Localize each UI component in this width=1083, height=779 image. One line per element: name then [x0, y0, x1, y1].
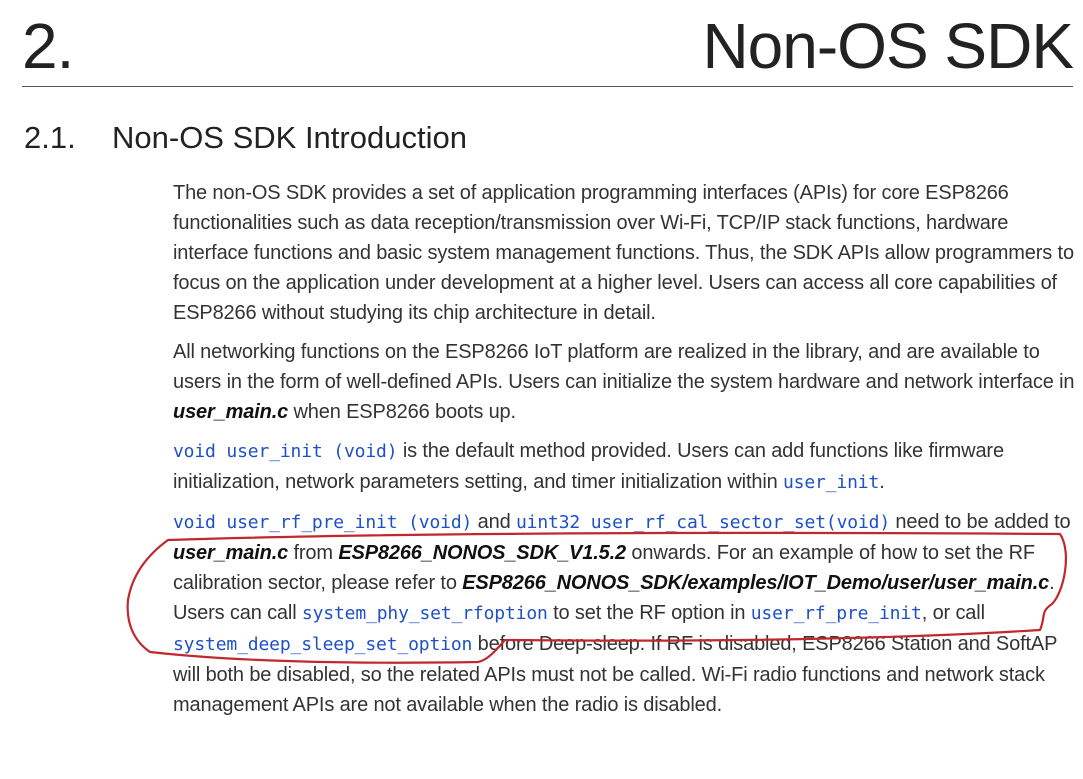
paragraph-user-init: void user_init (void) is the default met… [173, 436, 1075, 498]
paragraph-networking: All networking functions on the ESP8266 … [173, 337, 1075, 427]
example-path-ref: ESP8266_NONOS_SDK/examples/IOT_Demo/user… [462, 572, 1050, 594]
sdk-version-ref: ESP8266_NONOS_SDK_V1.5.2 [338, 542, 626, 564]
code-user-init-signature: void user_init (void) [173, 441, 398, 462]
code-deep-sleep-set-option: system_deep_sleep_set_option [173, 634, 473, 655]
code-user-rf-pre-init: user_rf_pre_init [750, 603, 922, 624]
user-main-file-ref-2: user_main.c [173, 542, 289, 564]
section-heading: 2.1. Non-OS SDK Introduction [24, 118, 467, 158]
code-rf-cal-sector-set: uint32 user_rf_cal_sector_set(void) [515, 512, 891, 533]
code-phy-set-rfoption: system_phy_set_rfoption [301, 603, 548, 624]
chapter-number: 2. [22, 10, 74, 82]
p4-text-c: from [288, 542, 339, 564]
section-title: Non-OS SDK Introduction [112, 120, 467, 155]
paragraph-rf-init: void user_rf_pre_init (void) and uint32 … [173, 507, 1075, 720]
p4-text-f: to set the RF option in [547, 602, 751, 624]
p2-text-a: All networking functions on the ESP8266 … [173, 341, 1075, 393]
p2-text-b: when ESP8266 boots up. [288, 401, 517, 423]
paragraph-intro: The non-OS SDK provides a set of applica… [173, 182, 1074, 324]
p3-text-b: . [879, 471, 885, 493]
chapter-title: Non-OS SDK [702, 10, 1074, 82]
p4-text-b: need to be added to [890, 511, 1071, 533]
code-user-rf-pre-init-signature: void user_rf_pre_init (void) [173, 512, 473, 533]
section-number: 2.1. [24, 120, 76, 155]
body-text: The non-OS SDK provides a set of applica… [173, 178, 1075, 729]
user-main-file-ref: user_main.c [173, 401, 289, 423]
p4-text-g: , or call [921, 602, 985, 624]
code-user-init: user_init [783, 472, 880, 493]
p4-text-a: and [472, 511, 516, 533]
chapter-header: 2. Non-OS SDK [22, 6, 1074, 87]
